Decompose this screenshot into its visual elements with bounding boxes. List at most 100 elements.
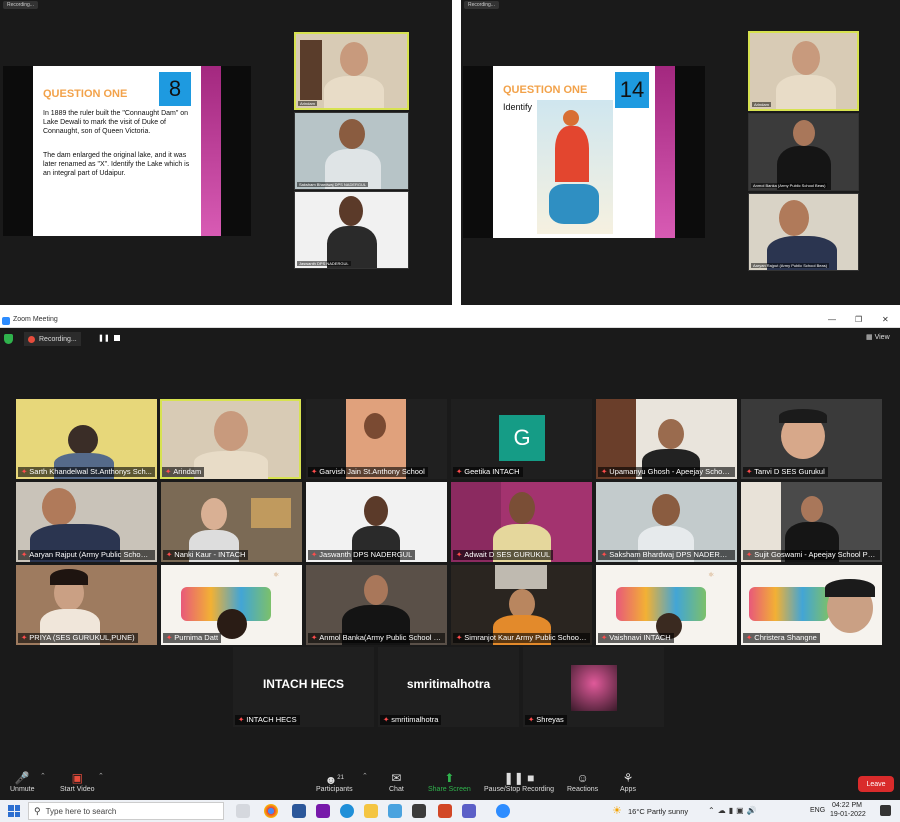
apps-button[interactable]: ⚘ Apps: [620, 770, 636, 793]
avatar: [214, 411, 248, 451]
chat-icon: ✉: [391, 771, 402, 785]
recording-text: Recording...: [39, 335, 77, 343]
video-thumb-jaswanth[interactable]: Jaswanth DPS NADERGUL: [294, 191, 409, 269]
weather-text: 16°C Partly sunny: [628, 807, 689, 816]
participant-name: ✦ PRIYA (SES GURUKUL,PUNE): [18, 633, 138, 643]
muted-mic-icon: ✦: [238, 715, 245, 724]
muted-mic-icon: ✦: [456, 633, 463, 642]
hair: [825, 579, 875, 597]
thumb-name: Saksham Bhardwaj DPS NADERGUL: [297, 182, 369, 187]
chat-label: Chat: [389, 786, 404, 793]
participant-tile[interactable]: ✦ Garvish Jain St.Anthony School: [306, 399, 447, 479]
unmute-label: Unmute: [10, 786, 35, 793]
participant-tile[interactable]: ✦ Upamanyu Ghosh - Apeejay School P...: [596, 399, 737, 479]
participant-tile[interactable]: smritimalhotra ✦ smritimalhotra: [378, 647, 519, 727]
hair: [779, 409, 827, 423]
tray-icons[interactable]: ⌃☁▮▣🔊: [708, 806, 760, 815]
minimize-button[interactable]: —: [828, 315, 836, 324]
participant-tile[interactable]: ⚛ ✦ Purnima Datt: [161, 565, 302, 645]
maximize-button[interactable]: ❐: [855, 315, 862, 324]
powerpoint-icon[interactable]: [438, 804, 452, 818]
notification-icon[interactable]: [880, 805, 891, 816]
avatar: [652, 494, 680, 526]
taskbar-search[interactable]: ⚲ Type here to search: [28, 802, 224, 820]
chat-button[interactable]: ✉ Chat: [389, 770, 404, 793]
zoom-icon[interactable]: [496, 804, 510, 818]
leave-button[interactable]: Leave: [858, 776, 894, 792]
muted-mic-icon: ✦: [165, 467, 172, 476]
pause-recording-icon[interactable]: ❚❚: [98, 334, 110, 342]
figure-robe: [555, 126, 589, 182]
share-screen-button[interactable]: ⬆ Share Screen: [428, 770, 471, 793]
participant-name: ✦ Tanvi D SES Gurukul: [743, 467, 828, 477]
pause-stop-recording-button[interactable]: ❚❚ ■ Pause/Stop Recording: [484, 770, 554, 793]
slide-title: QUESTION ONE: [503, 84, 588, 96]
recording-indicator: Recording...: [464, 1, 499, 9]
slide-paragraph-1: In 1889 the ruler built the "Connaught D…: [43, 110, 189, 135]
participant-name: ✦Simranjot Kaur Army Public School Beas.…: [453, 633, 590, 643]
participant-tile[interactable]: G ✦ Geetika INTACH: [451, 399, 592, 479]
participant-tile[interactable]: ✦ Shreyas: [523, 647, 664, 727]
reactions-button[interactable]: ☺ Reactions: [567, 770, 598, 793]
video-thumb-arindam[interactable]: Arindam: [294, 32, 409, 110]
language-indicator[interactable]: ENG: [810, 807, 825, 814]
participant-tile-active-speaker[interactable]: ✦ Arindam: [160, 399, 301, 479]
participant-tile[interactable]: ✦ PRIYA (SES GURUKUL,PUNE): [16, 565, 157, 645]
window-title: Zoom Meeting: [13, 316, 58, 323]
participant-tile[interactable]: ⚛ ✦ Vaishnavi INTACH: [596, 565, 737, 645]
video-thumb-arindam[interactable]: Arindam: [748, 31, 859, 111]
view-label: View: [874, 334, 890, 341]
participant-name: ✦ Arindam: [162, 467, 205, 477]
intach-logo-icon: ⚛: [708, 572, 715, 579]
video-thumb-anmol[interactable]: Anmol Banka (Army Public School Beas): [748, 113, 859, 191]
participant-tile[interactable]: ✦ Aaryan Rajput (Army Public School B...: [16, 482, 157, 562]
muted-mic-icon: ✦: [601, 633, 608, 642]
chevron-up-icon[interactable]: ⌃: [40, 772, 46, 780]
avatar: [364, 575, 388, 605]
task-view-icon[interactable]: [236, 804, 250, 818]
photos-icon[interactable]: [388, 804, 402, 818]
edge-icon[interactable]: [340, 804, 354, 818]
onenote-icon[interactable]: [316, 804, 330, 818]
view-button[interactable]: ▦ View: [866, 333, 890, 341]
participant-tile[interactable]: ✦Simranjot Kaur Army Public School Beas.…: [451, 565, 592, 645]
participant-tile[interactable]: ✦ Saksham Bhardwaj DPS NADERGUL: [596, 482, 737, 562]
muted-mic-icon: ✦: [746, 550, 753, 559]
wall-frame: [251, 498, 291, 528]
participant-tile[interactable]: ✦ Nanki Kaur - INTACH: [161, 482, 302, 562]
participants-button[interactable]: ☻21 Participants: [316, 770, 353, 793]
participant-tile[interactable]: ✦ Sarth Khandelwal St.Anthonys Sch...: [16, 399, 157, 479]
pause-stop-icon: ❚❚ ■: [503, 771, 535, 785]
grid-icon: ▦: [866, 334, 873, 341]
close-button[interactable]: ✕: [882, 315, 889, 324]
start-video-button[interactable]: ▣ Start Video: [60, 770, 95, 793]
video-thumb-aaryan[interactable]: Aaryan Rajput (Army Public School Beas): [748, 193, 859, 271]
clock-time[interactable]: 04:22 PM: [832, 802, 862, 809]
unmute-button[interactable]: 🎤 Unmute: [10, 770, 35, 793]
participant-tile[interactable]: INTACH HECS ✦ INTACH HECS: [233, 647, 374, 727]
chrome-icon[interactable]: [264, 804, 278, 818]
participant-tile[interactable]: ✦ Anmol Banka(Army Public School Be...: [306, 565, 447, 645]
participant-tile[interactable]: ✦ Sujit Goswami - Apeejay School Park ...: [741, 482, 882, 562]
participant-tile[interactable]: ✦ Adwait D SES GURUKUL: [451, 482, 592, 562]
teams-icon[interactable]: [462, 804, 476, 818]
clock-date[interactable]: 19-01-2022: [830, 811, 866, 818]
participant-tile[interactable]: ✦ Christera Shangne: [741, 565, 882, 645]
participant-tile[interactable]: ✦ Tanvi D SES Gurukul: [741, 399, 882, 479]
start-icon[interactable]: [8, 805, 20, 817]
participant-tile[interactable]: ✦ Jaswanth DPS NADERGUL: [306, 482, 447, 562]
app-icon[interactable]: [412, 804, 426, 818]
word-icon[interactable]: [292, 804, 306, 818]
muted-mic-icon: ✦: [166, 550, 173, 559]
security-shield-icon[interactable]: [4, 334, 13, 344]
stop-recording-icon[interactable]: [114, 335, 120, 341]
chevron-up-icon[interactable]: ⌃: [362, 772, 368, 780]
file-explorer-icon[interactable]: [364, 804, 378, 818]
muted-mic-icon: ✦: [166, 633, 173, 642]
chevron-up-icon[interactable]: ⌃: [98, 772, 104, 780]
participant-display-name: smritimalhotra: [406, 677, 491, 691]
question-number: 8: [159, 72, 191, 106]
participant-name: ✦ Garvish Jain St.Anthony School: [308, 467, 428, 477]
video-thumb-saksham[interactable]: Saksham Bhardwaj DPS NADERGUL: [294, 112, 409, 190]
muted-mic-icon: ✦: [21, 550, 28, 559]
